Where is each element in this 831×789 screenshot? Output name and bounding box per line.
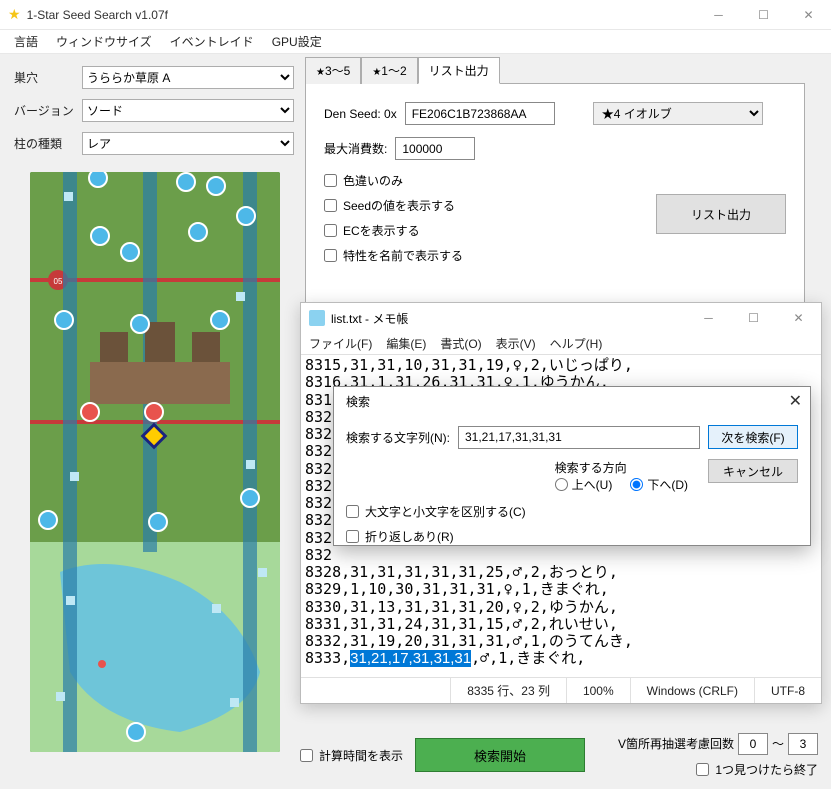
bottom-bar: 計算時間を表示 検索開始 V箇所再抽選考慮回数 〜 1つ見つけたら終了 [300, 731, 818, 779]
menu-windowsize[interactable]: ウィンドウサイズ [56, 33, 152, 50]
ability-name-checkbox[interactable] [324, 249, 337, 262]
find-cancel-button[interactable]: キャンセル [708, 459, 798, 483]
main-titlebar: ★ 1-Star Seed Search v1.07f ─ ☐ ✕ [0, 0, 831, 30]
star-icon: ★ [8, 6, 21, 23]
menubar: 言語 ウィンドウサイズ イベントレイド GPU設定 [0, 30, 831, 54]
window-title: 1-Star Seed Search v1.07f [27, 8, 696, 22]
wild-area-map[interactable]: 05 [30, 172, 280, 752]
shiny-only-checkbox[interactable] [324, 174, 337, 187]
notepad-menubar: ファイル(F) 編集(E) 書式(O) 表示(V) ヘルプ(H) [301, 333, 821, 355]
status-eol: Windows (CRLF) [630, 678, 754, 703]
target-select[interactable]: ★4 イオルブ [593, 102, 763, 125]
find-close-icon[interactable]: ✕ [789, 391, 802, 411]
find-input[interactable] [458, 426, 700, 449]
svg-text:05: 05 [54, 277, 63, 286]
notepad-statusbar: 8335 行、23 列 100% Windows (CRLF) UTF-8 [301, 677, 821, 703]
find-label: 検索する文字列(N): [346, 429, 450, 446]
right-panel: 3〜5 1〜2 リスト出力 Den Seed: 0x ★4 イオルブ 最大消費数… [305, 56, 805, 310]
wrap-checkbox[interactable] [346, 530, 359, 543]
show-ec-checkbox[interactable] [324, 224, 337, 237]
reroll-label: V箇所再抽選考慮回数 [618, 735, 734, 752]
match-case-checkbox[interactable] [346, 505, 359, 518]
list-output-panel: Den Seed: 0x ★4 イオルブ 最大消費数: 色違いのみ Seedの値… [305, 84, 805, 310]
find-next-button[interactable]: 次を検索(F) [708, 425, 798, 449]
start-search-button[interactable]: 検索開始 [415, 738, 585, 772]
maximize-button[interactable]: ☐ [741, 0, 786, 30]
pillar-label: 柱の種類 [14, 135, 82, 152]
direction-group: 検索する方向 上へ(U) 下へ(D) [555, 459, 688, 493]
tab-strip: 3〜5 1〜2 リスト出力 [305, 56, 805, 84]
notepad-titlebar[interactable]: list.txt - メモ帳 ─ ☐ ✕ [301, 303, 821, 333]
notepad-menu-view[interactable]: 表示(V) [496, 335, 536, 352]
list-output-button[interactable]: リスト出力 [656, 194, 786, 234]
den-select[interactable]: うららか草原 A [82, 66, 294, 89]
direction-label: 検索する方向 [555, 459, 627, 476]
menu-language[interactable]: 言語 [14, 33, 38, 50]
seed-label: Den Seed: 0x [324, 107, 397, 121]
close-button[interactable]: ✕ [786, 0, 831, 30]
notepad-menu-help[interactable]: ヘルプ(H) [550, 335, 603, 352]
tab-1-2[interactable]: 1〜2 [361, 57, 417, 84]
notepad-title: list.txt - メモ帳 [331, 310, 686, 327]
menu-gpu[interactable]: GPU設定 [272, 33, 322, 50]
stop-on-first-checkbox[interactable] [696, 763, 709, 776]
pillar-select[interactable]: レア [82, 132, 294, 155]
max-input[interactable] [395, 137, 475, 160]
status-zoom: 100% [566, 678, 630, 703]
minimize-button[interactable]: ─ [696, 0, 741, 30]
dir-up-radio[interactable]: 上へ(U) [555, 476, 613, 493]
max-label: 最大消費数: [324, 140, 387, 157]
notepad-menu-file[interactable]: ファイル(F) [309, 335, 372, 352]
notepad-maximize-button[interactable]: ☐ [731, 303, 776, 333]
reroll-max-input[interactable] [788, 733, 818, 755]
find-title: 検索 [346, 393, 370, 410]
notepad-icon [309, 310, 325, 326]
tab-3-5[interactable]: 3〜5 [305, 57, 361, 84]
find-dialog: 検索 ✕ 検索する文字列(N): 次を検索(F) 検索する方向 上へ(U) 下へ… [333, 386, 811, 546]
show-seed-checkbox[interactable] [324, 199, 337, 212]
notepad-menu-edit[interactable]: 編集(E) [386, 335, 426, 352]
notepad-close-button[interactable]: ✕ [776, 303, 821, 333]
version-label: バージョン [14, 102, 82, 119]
notepad-menu-format[interactable]: 書式(O) [440, 335, 481, 352]
status-encoding: UTF-8 [754, 678, 821, 703]
version-select[interactable]: ソード [82, 99, 294, 122]
seed-input[interactable] [405, 102, 555, 125]
show-time-checkbox[interactable] [300, 749, 313, 762]
notepad-minimize-button[interactable]: ─ [686, 303, 731, 333]
left-panel: 巣穴 うららか草原 A バージョン ソード 柱の種類 レア [14, 66, 294, 165]
reroll-min-input[interactable] [738, 733, 768, 755]
dir-down-radio[interactable]: 下へ(D) [630, 476, 688, 493]
tab-list-output[interactable]: リスト出力 [418, 57, 500, 84]
status-position: 8335 行、23 列 [450, 678, 566, 703]
den-label: 巣穴 [14, 69, 82, 86]
menu-eventraid[interactable]: イベントレイド [170, 33, 254, 50]
